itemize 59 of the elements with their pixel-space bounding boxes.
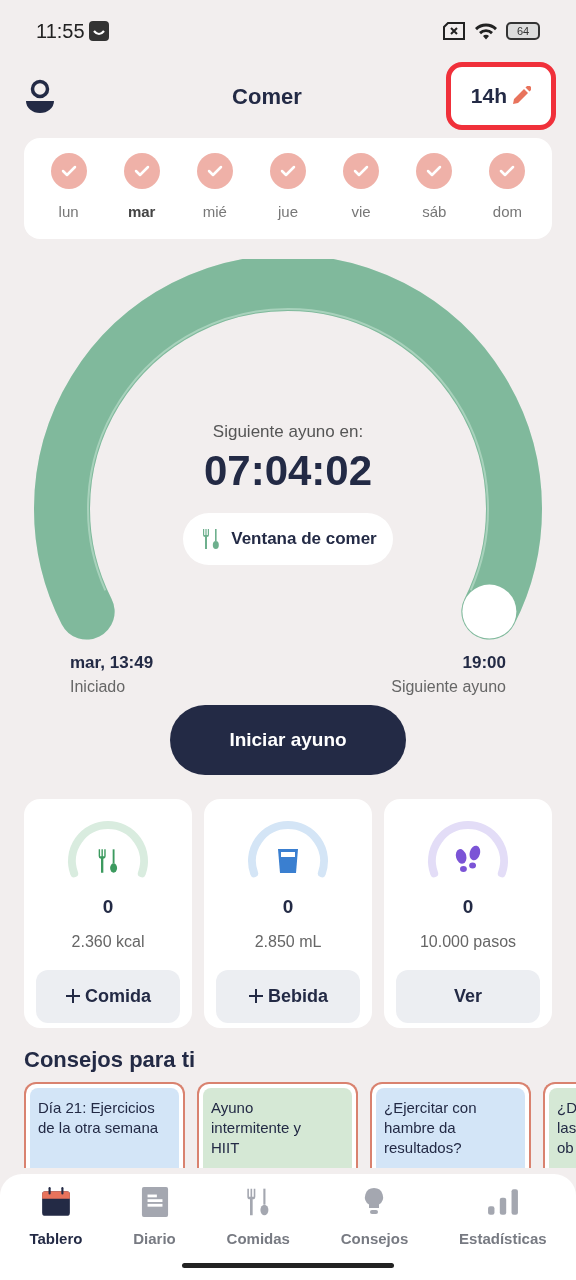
profile-icon[interactable] <box>24 78 56 114</box>
document-icon <box>140 1186 169 1218</box>
countdown-time: 07:04:02 <box>203 445 373 496</box>
plus-icon <box>248 988 264 1004</box>
bar-chart-icon <box>486 1188 519 1216</box>
tip-card[interactable]: ¿D las ob <box>543 1082 576 1168</box>
nav-tab[interactable]: Diario <box>133 1186 176 1280</box>
stat-target: 2.850 mL <box>254 931 322 952</box>
stat-value: 0 <box>282 895 294 919</box>
tip-title-line: Día 21: Ejercicios <box>38 1098 156 1118</box>
day-label[interactable]: dom <box>492 201 522 224</box>
nav-tab[interactable]: Comidas <box>226 1186 290 1280</box>
tip-card[interactable]: Ayuno intermitente y HIIT <box>197 1082 358 1168</box>
app-notification-icon <box>88 21 109 41</box>
tip-title-line: de la otra semana <box>38 1118 160 1138</box>
stat-action-button[interactable]: Ver <box>396 969 540 1023</box>
nav-tab[interactable]: Consejos <box>340 1186 409 1280</box>
stat-action-button[interactable]: Bebida <box>216 969 360 1023</box>
stat-value: 0 <box>462 895 474 919</box>
start-time: mar, 13:49 <box>70 651 154 674</box>
day-label[interactable]: sáb <box>422 201 447 224</box>
screen-title: Comer <box>231 82 302 111</box>
tip-title-line: intermitente y <box>211 1118 303 1138</box>
section-title: Consejos para ti <box>24 1046 197 1074</box>
end-label: Siguiente ayuno <box>391 677 506 697</box>
stat-value: 0 <box>102 895 114 919</box>
tip-title-line: hambre da <box>384 1118 457 1138</box>
stat-target: 10.000 pasos <box>419 931 517 952</box>
stat-target: 2.360 kcal <box>71 931 145 952</box>
plus-icon <box>65 988 81 1004</box>
tip-card[interactable]: Día 21: Ejercicios de la otra semana <box>24 1082 185 1168</box>
day-label[interactable]: lun <box>58 201 79 224</box>
tip-title-line: ¿Ejercitar con <box>384 1098 478 1118</box>
tip-title-line: las <box>557 1118 576 1138</box>
day-label[interactable]: jue <box>277 201 298 224</box>
tip-title-line: resultados? <box>384 1138 463 1158</box>
pencil-icon <box>511 86 531 106</box>
tip-title-line: ¿D <box>557 1098 576 1118</box>
battery-indicator: 64 <box>506 22 540 40</box>
countdown-caption: Siguiente ayuno en: <box>212 421 364 443</box>
clock: 11:55 <box>36 19 85 44</box>
day-label[interactable]: vie <box>351 201 371 224</box>
tip-title-line: ob <box>557 1138 575 1158</box>
phase-label: Ventana de comer <box>231 528 377 551</box>
tip-card[interactable]: ¿Ejercitar con hambre da resultados? <box>370 1082 531 1168</box>
no-sim-icon <box>442 21 466 41</box>
day-label[interactable]: mié <box>202 201 227 224</box>
day-label[interactable]: mar <box>127 201 156 224</box>
nav-tab[interactable]: Estadísticas <box>459 1186 547 1280</box>
stat-action-button[interactable]: Comida <box>36 969 180 1023</box>
end-time: 19:00 <box>462 651 506 674</box>
wifi-icon <box>474 21 498 41</box>
tip-title-line: Ayuno <box>211 1098 255 1118</box>
tip-title-line: HIIT <box>211 1138 241 1158</box>
fasting-goal-button[interactable]: 14h <box>445 62 556 130</box>
nav-tab[interactable]: Tablero <box>29 1186 83 1280</box>
start-fast-button[interactable]: Iniciar ayuno <box>170 705 406 775</box>
calendar-icon <box>39 1186 72 1218</box>
start-label: Iniciado <box>70 677 127 697</box>
